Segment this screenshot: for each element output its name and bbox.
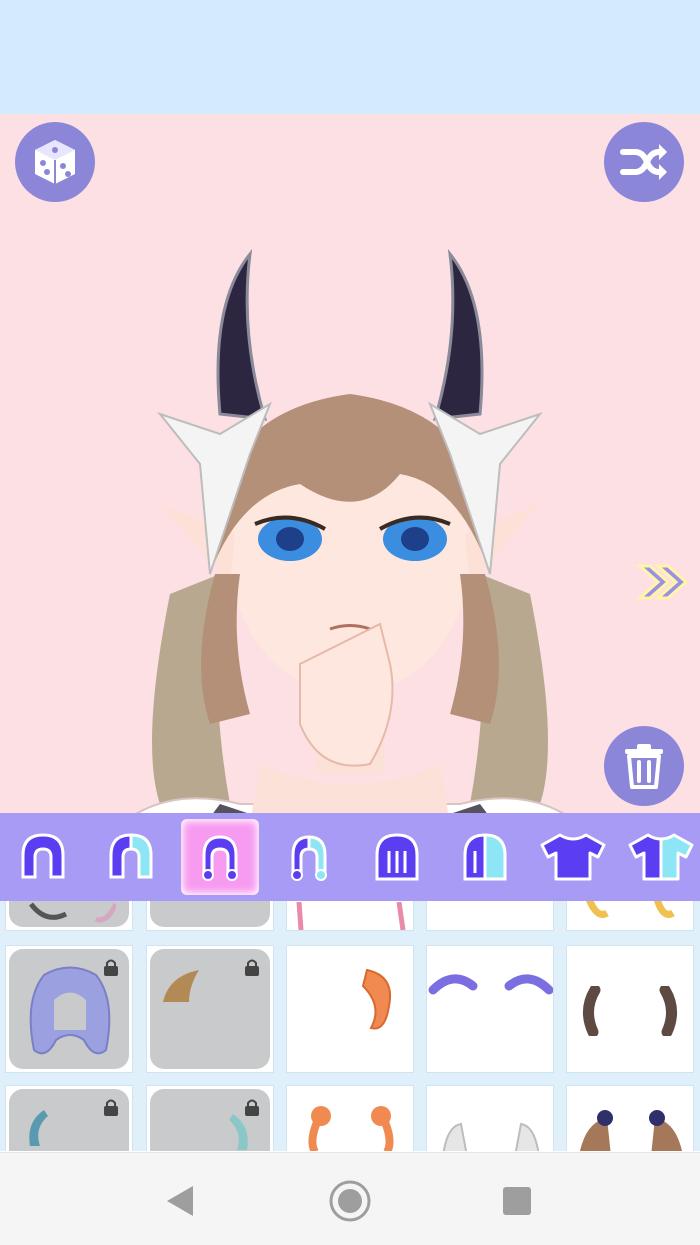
shirt-half-icon <box>628 833 694 881</box>
top-banner <box>0 0 700 114</box>
tab-hair-twintail-half[interactable] <box>270 819 348 895</box>
back-triangle-icon <box>167 1186 193 1216</box>
grid-item[interactable] <box>426 1085 554 1151</box>
hair-preview-icon <box>229 1114 248 1150</box>
hair-preview-icon <box>361 968 391 1030</box>
grid-item[interactable] <box>146 901 274 931</box>
home-circle-icon <box>329 1180 371 1222</box>
lock-icon <box>104 1099 118 1116</box>
hair-full-icon <box>21 833 65 879</box>
grid-item[interactable] <box>566 1085 694 1151</box>
shuffle-icon <box>620 144 667 180</box>
hair-preview-icon <box>428 974 553 995</box>
category-bar <box>0 813 700 901</box>
hair-preview-icon <box>583 986 677 1036</box>
avatar-stage <box>0 114 700 813</box>
hair-preview-icon <box>442 1122 540 1151</box>
hair-preview-icon <box>163 970 199 1002</box>
hair-twintail-half-icon <box>291 835 327 881</box>
dice-icon <box>35 140 75 184</box>
delete-button[interactable] <box>604 726 684 806</box>
nav-recents-button[interactable] <box>495 1179 539 1223</box>
grid-item[interactable] <box>286 901 414 931</box>
tab-shirt-half[interactable] <box>622 819 700 895</box>
nav-home-button[interactable] <box>328 1179 372 1223</box>
shirt-icon <box>540 833 606 881</box>
hair-long-icon <box>375 833 419 881</box>
grid-item[interactable] <box>5 901 133 931</box>
hair-preview-icon <box>580 1110 682 1151</box>
random-button[interactable] <box>15 122 95 202</box>
grid-item[interactable] <box>566 901 694 931</box>
grid-item[interactable] <box>426 901 554 931</box>
avatar-character <box>135 248 565 813</box>
grid-item[interactable] <box>566 945 694 1073</box>
hair-preview-icon <box>29 902 116 923</box>
tab-hair-half[interactable] <box>92 819 170 895</box>
grid-item[interactable] <box>5 1085 133 1151</box>
system-nav-bar <box>0 1152 700 1245</box>
hair-preview-icon <box>308 1106 394 1151</box>
recents-square-icon <box>503 1187 531 1215</box>
hair-preview-icon <box>29 1110 48 1146</box>
lock-icon <box>245 959 259 976</box>
grid-item[interactable] <box>286 1085 414 1151</box>
nav-back-button[interactable] <box>158 1179 202 1223</box>
tab-shirt[interactable] <box>534 819 612 895</box>
lock-icon <box>245 1099 259 1116</box>
hair-long-half-icon <box>463 833 507 881</box>
grid-item[interactable] <box>5 945 133 1073</box>
hair-twintail-icon <box>202 835 238 881</box>
trash-icon <box>625 744 663 789</box>
item-grid <box>0 901 700 1151</box>
grid-item[interactable] <box>146 945 274 1073</box>
tab-hair-full[interactable] <box>4 819 82 895</box>
hair-half-icon <box>109 833 153 879</box>
tab-hair-twintail[interactable] <box>181 819 259 895</box>
lock-icon <box>104 959 118 976</box>
grid-item[interactable] <box>426 945 554 1073</box>
hair-preview-icon <box>586 901 675 918</box>
hair-preview-icon <box>296 902 406 930</box>
grid-item[interactable] <box>146 1085 274 1151</box>
tab-hair-long[interactable] <box>358 819 436 895</box>
shuffle-button[interactable] <box>604 122 684 202</box>
next-arrow-icon[interactable] <box>636 562 690 602</box>
grid-item[interactable] <box>286 945 414 1073</box>
tab-hair-long-half[interactable] <box>446 819 524 895</box>
